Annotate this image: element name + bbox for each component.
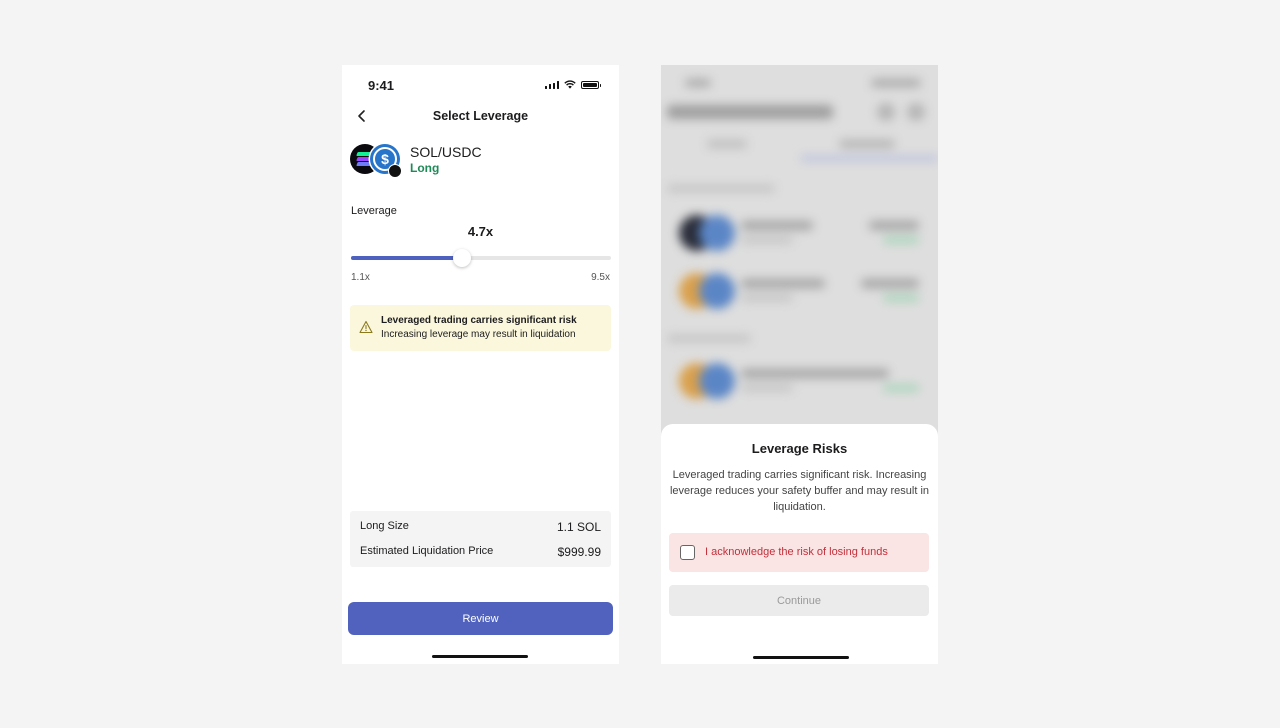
warning-title: Leveraged trading carries significant ri… <box>381 315 577 326</box>
summary-value: 1.1 SOL <box>556 520 601 534</box>
leverage-slider[interactable] <box>351 249 611 267</box>
home-indicator <box>753 656 849 659</box>
status-icons <box>544 80 601 89</box>
signal-icon <box>544 80 559 89</box>
select-leverage-screen: 9:41 Select Leverage $ SOL/USDC Long Lev… <box>342 65 619 664</box>
continue-button[interactable]: Continue <box>669 585 929 616</box>
blurred-background <box>661 65 938 445</box>
review-button[interactable]: Review <box>348 602 613 635</box>
position-side: Long <box>410 161 440 175</box>
leverage-risks-sheet: Leverage Risks Leveraged trading carries… <box>661 424 938 664</box>
status-time: 9:41 <box>368 78 395 93</box>
position-summary: Long Size 1.1 SOL Estimated Liquidation … <box>350 511 611 567</box>
warning-icon <box>359 320 373 334</box>
risk-warning-banner: Leveraged trading carries significant ri… <box>350 305 611 351</box>
page-title: Select Leverage <box>432 109 529 123</box>
summary-value: $999.99 <box>557 545 601 559</box>
battery-icon <box>581 80 601 89</box>
network-badge-icon <box>388 164 402 178</box>
leverage-max-label: 9.5x <box>591 272 610 283</box>
slider-thumb[interactable] <box>453 249 471 267</box>
wifi-icon <box>564 80 576 89</box>
leverage-label: Leverage <box>351 205 397 217</box>
leverage-min-label: 1.1x <box>351 272 370 283</box>
sheet-title: Leverage Risks <box>751 441 848 456</box>
acknowledge-risk-row[interactable]: I acknowledge the risk of losing funds <box>669 533 929 572</box>
summary-row-long-size: Long Size 1.1 SOL <box>360 520 601 536</box>
warning-body: Increasing leverage may result in liquid… <box>381 329 576 340</box>
acknowledge-label[interactable]: I acknowledge the risk of losing funds <box>705 546 888 558</box>
acknowledge-checkbox[interactable] <box>680 545 695 560</box>
pair-name: SOL/USDC <box>410 144 482 160</box>
summary-label: Estimated Liquidation Price <box>360 545 494 557</box>
leverage-risks-screen: Leverage Risks Leveraged trading carries… <box>661 65 938 664</box>
sheet-description: Leveraged trading carries significant ri… <box>669 469 930 513</box>
summary-label: Long Size <box>360 520 409 532</box>
slider-fill <box>351 256 462 260</box>
pair-icons: $ <box>350 144 404 178</box>
leverage-value: 4.7x <box>467 224 494 239</box>
home-indicator <box>432 655 528 658</box>
summary-row-liquidation-price: Estimated Liquidation Price $999.99 <box>360 545 601 561</box>
